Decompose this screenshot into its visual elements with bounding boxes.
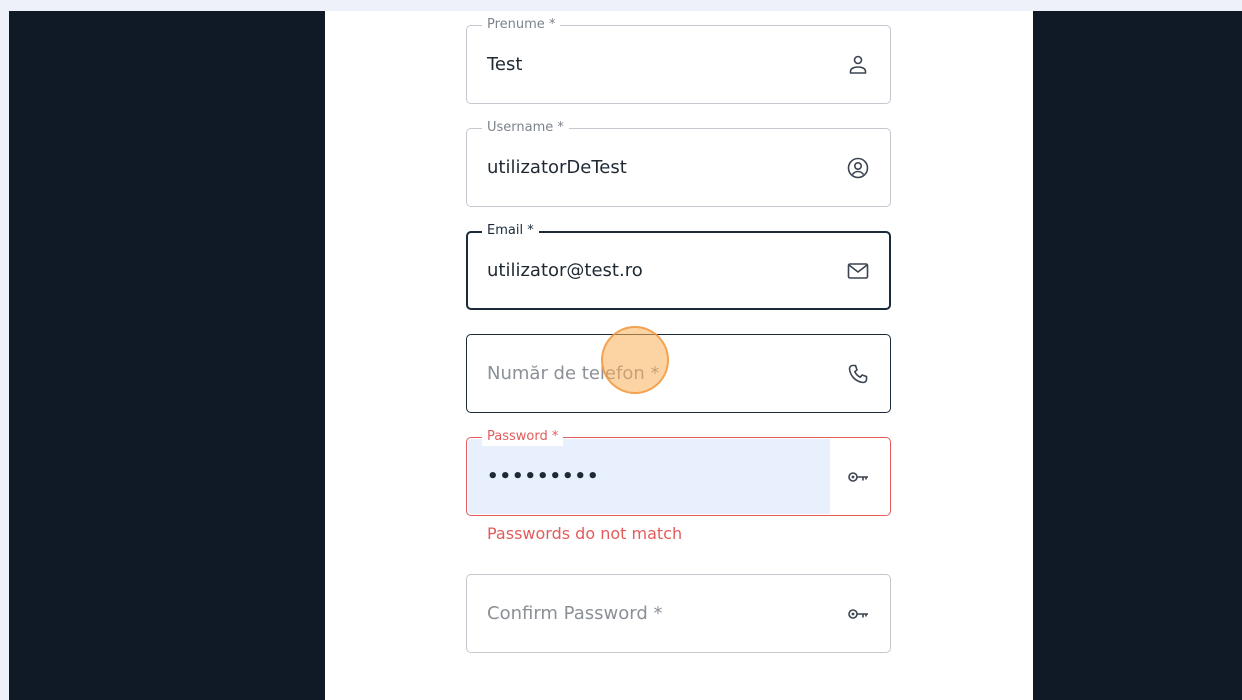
prenume-field[interactable]: Prenume * Test (466, 16, 891, 104)
email-label: Email * (482, 222, 539, 240)
email-value[interactable]: utilizator@test.ro (487, 259, 643, 283)
email-field[interactable]: Email * utilizator@test.ro (466, 222, 891, 310)
password-label: Password * (482, 428, 564, 446)
person-icon (849, 55, 867, 74)
username-field[interactable]: Username * utilizatorDeTest (466, 119, 891, 207)
click-indicator (601, 326, 669, 394)
confirm-password-placeholder[interactable]: Confirm Password * (487, 602, 662, 626)
phone-icon (848, 364, 868, 384)
key-icon[interactable] (846, 602, 870, 626)
prenume-value[interactable]: Test (487, 53, 522, 77)
password-error-message: Passwords do not match (487, 524, 683, 543)
username-value[interactable]: utilizatorDeTest (487, 156, 627, 180)
account-circle-icon (847, 157, 869, 179)
confirm-password-field[interactable]: Confirm Password * (466, 574, 891, 653)
mail-icon (847, 263, 869, 279)
key-icon[interactable] (846, 465, 870, 489)
prenume-label: Prenume * (482, 16, 561, 34)
phone-field[interactable]: Număr de telefon * (466, 334, 891, 413)
password-value[interactable]: ••••••••• (487, 465, 600, 489)
password-field[interactable]: Password * ••••••••• (466, 428, 891, 516)
username-label: Username * (482, 119, 569, 137)
